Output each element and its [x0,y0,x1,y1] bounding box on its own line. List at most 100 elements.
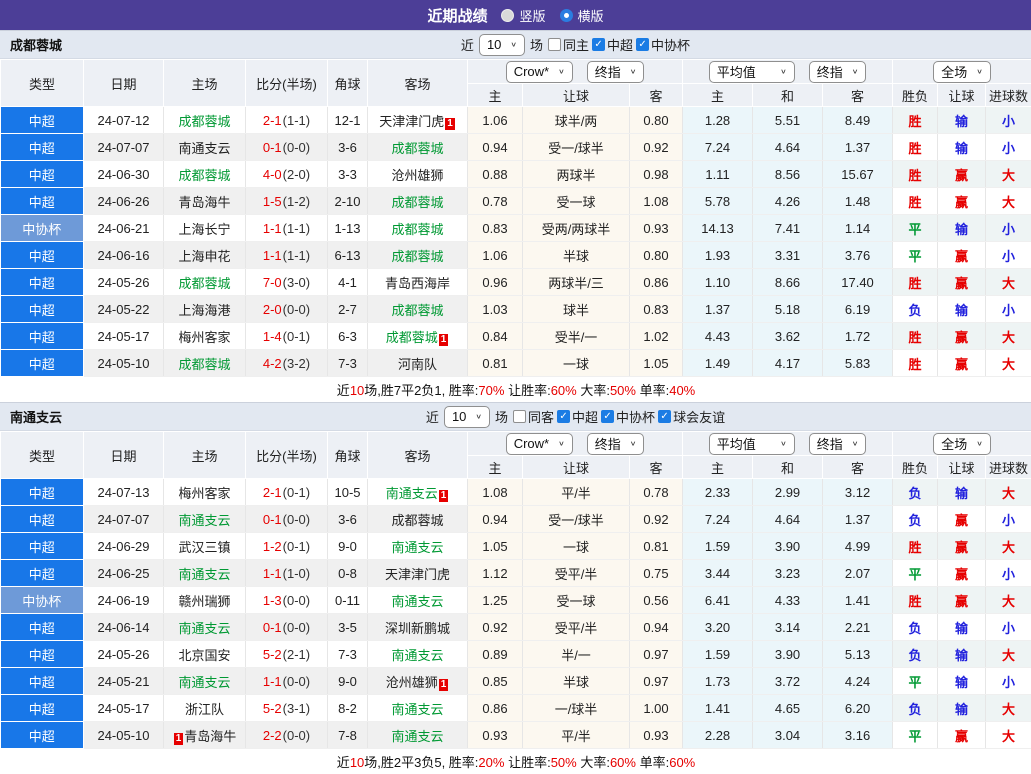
match-date-cell: 24-05-10 [84,722,164,749]
avg-home-cell: 1.10 [683,269,753,296]
result-goals-cell: 大 [986,323,1031,350]
team-name: 青岛海牛 [178,195,230,210]
col-res-wdl: 胜负 [893,84,938,107]
average-stage-value: 终指 [817,434,843,453]
checkbox-icon[interactable]: ✓ [658,410,671,423]
filter-label: 球会友谊 [673,407,725,426]
filter-同客[interactable]: 同客 [513,407,554,426]
average-stage-select[interactable]: 终指∨ [809,433,867,455]
filter-label: 中超 [607,35,633,54]
halftime-score: (1-2) [283,194,310,209]
away-team-cell: 成都蓉城 [368,215,468,242]
fulltime-score: 1-1 [263,248,282,263]
checkbox-icon[interactable]: ✓ [557,410,570,423]
home-team-cell: 南通支云 [164,506,246,533]
team-name: 南通支云 [178,141,230,156]
filter-中协杯[interactable]: ✓中协杯 [601,407,655,426]
col-type: 类型 [1,60,84,107]
odds-stage-select[interactable]: 终指∨ [587,61,645,83]
checkbox-icon[interactable] [548,38,561,51]
odds-stage-select[interactable]: 终指∨ [587,433,645,455]
result-goals-cell: 小 [986,560,1031,587]
team-name: 南通支云 [391,729,443,744]
average-select[interactable]: 平均值∨ [709,433,795,455]
away-team-cell: 成都蓉城 [368,296,468,323]
home-team-cell: 青岛海牛 [164,188,246,215]
match-type-cell: 中超 [1,188,84,215]
near-label: 近 [426,407,439,426]
section-filter-row: 南通支云 近 10 ∨ 场 同客✓中超✓中协杯✓球会友谊 [0,402,1031,431]
match-type-cell: 中协杯 [1,215,84,242]
avg-away-cell: 3.76 [823,242,893,269]
scope-select[interactable]: 全场∨ [933,61,991,83]
games-count-select[interactable]: 10 ∨ [479,34,525,56]
avg-home-cell: 7.24 [683,134,753,161]
col-corner: 角球 [328,60,368,107]
match-table: 类型 日期 主场 比分(半场) 角球 客场 Crow*∨ 终指∨ 平均值∨ 终指… [0,59,1031,402]
radio-icon[interactable] [501,9,514,22]
home-odds-cell: 0.84 [468,323,523,350]
result-wdl-cell: 负 [893,695,938,722]
avg-away-cell: 1.41 [823,587,893,614]
match-type-cell: 中协杯 [1,587,84,614]
result-goals-cell: 大 [986,479,1031,506]
result-goals-cell: 大 [986,722,1031,749]
match-type-cell: 中超 [1,695,84,722]
away-team-cell: 沧州雄狮 [368,161,468,188]
fulltime-score: 0-1 [263,140,282,155]
team-name: 南通支云 [178,567,230,582]
bookmaker-value: Crow* [514,436,549,451]
team-name: 南通支云 [391,648,443,663]
home-team-cell: 南通支云 [164,614,246,641]
score-cell: 1-1(1-0) [246,560,328,587]
score-cell: 5-2(3-1) [246,695,328,722]
scope-select[interactable]: 全场∨ [933,433,991,455]
filter-中超[interactable]: ✓中超 [557,407,598,426]
games-label: 场 [495,407,508,426]
checkbox-icon[interactable] [513,410,526,423]
away-odds-cell: 0.92 [630,134,683,161]
home-odds-cell: 1.06 [468,242,523,269]
team-name: 上海长宁 [178,222,230,237]
avg-home-cell: 1.37 [683,296,753,323]
away-odds-cell: 0.80 [630,242,683,269]
match-type-cell: 中超 [1,323,84,350]
avg-draw-cell: 5.18 [753,296,823,323]
radio-icon[interactable] [560,9,573,22]
handicap-cell: 平/半 [523,479,630,506]
layout-radio-vertical[interactable]: 竖版 [501,6,545,25]
bookmaker-select[interactable]: Crow*∨ [506,61,573,83]
col-corner: 角球 [328,432,368,479]
checkbox-icon[interactable]: ✓ [636,38,649,51]
halftime-score: (0-0) [283,140,310,155]
filter-中超[interactable]: ✓中超 [592,35,633,54]
result-handicap-cell: 赢 [938,269,986,296]
average-select[interactable]: 平均值∨ [709,61,795,83]
team-name: 南通支云 [178,513,230,528]
team-name: 河南队 [398,357,437,372]
bookmaker-select[interactable]: Crow*∨ [506,433,573,455]
filter-中协杯[interactable]: ✓中协杯 [636,35,690,54]
home-odds-cell: 0.96 [468,269,523,296]
checkbox-icon[interactable]: ✓ [592,38,605,51]
handicap-cell: 受一/球半 [523,134,630,161]
match-type-cell: 中超 [1,641,84,668]
avg-draw-cell: 4.17 [753,350,823,377]
avg-home-cell: 14.13 [683,215,753,242]
result-goals-cell: 大 [986,350,1031,377]
away-team-cell: 南通支云 [368,641,468,668]
team-name: 成都蓉城 [178,276,230,291]
games-count-select[interactable]: 10 ∨ [444,406,490,428]
away-team-cell: 成都蓉城 [368,506,468,533]
home-odds-cell: 1.12 [468,560,523,587]
filter-球会友谊[interactable]: ✓球会友谊 [658,407,725,426]
team-section-nantong: 南通支云 近 10 ∨ 场 同客✓中超✓中协杯✓球会友谊 类型 日期 主场 比分… [0,402,1031,774]
away-odds-cell: 0.93 [630,722,683,749]
filter-同主[interactable]: 同主 [548,35,589,54]
score-cell: 1-4(0-1) [246,323,328,350]
average-stage-select[interactable]: 终指∨ [809,61,867,83]
checkbox-icon[interactable]: ✓ [601,410,614,423]
match-row: 中超24-06-30成都蓉城4-0(2-0)3-3沧州雄狮0.88两球半0.98… [1,161,1031,188]
layout-radio-horizontal[interactable]: 横版 [560,6,604,25]
match-row: 中超24-06-25南通支云1-1(1-0)0-8天津津门虎1.12受平/半0.… [1,560,1031,587]
